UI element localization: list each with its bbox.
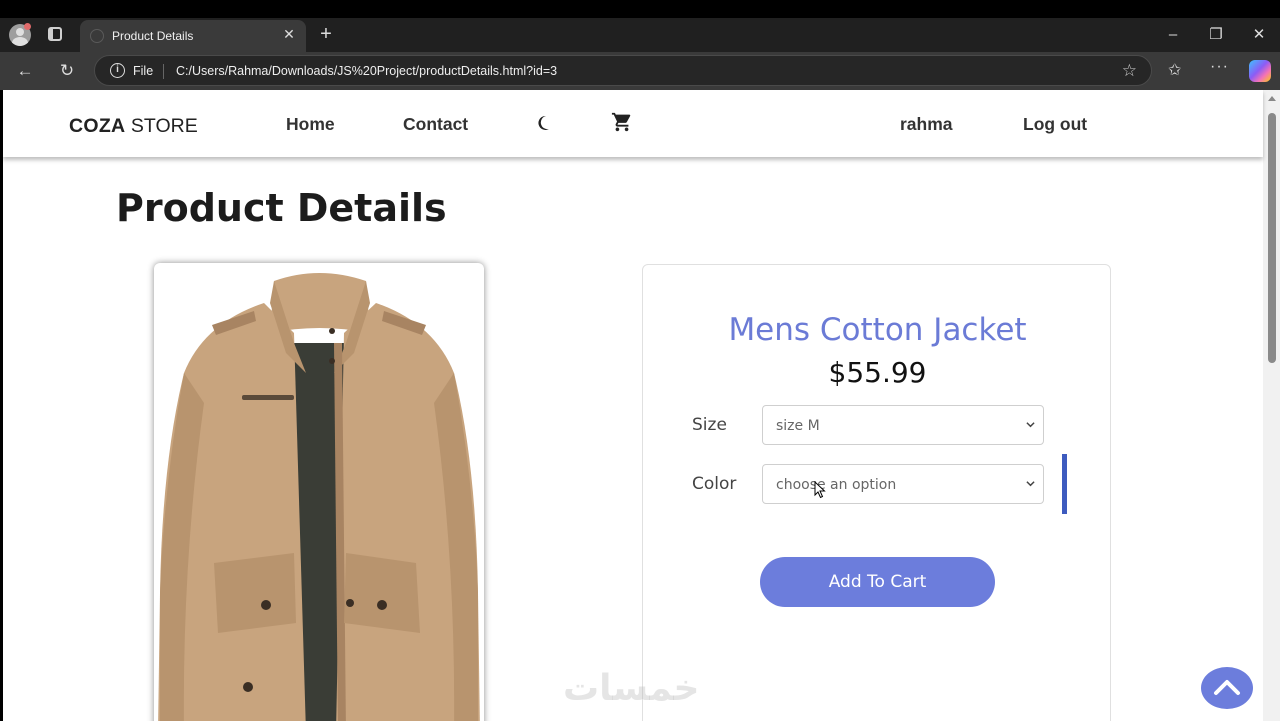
favorites-icon[interactable]: ✩ — [1168, 60, 1181, 80]
color-select[interactable]: choose an option — [762, 464, 1044, 504]
product-detail-card: Mens Cotton Jacket $55.99 Size size M Co… — [642, 264, 1111, 721]
page-scrollbar[interactable] — [1263, 90, 1280, 721]
more-options-icon[interactable]: ··· — [1210, 58, 1229, 76]
tab-actions-icon[interactable] — [48, 27, 62, 41]
chevron-down-icon — [1026, 481, 1035, 487]
logo-light-text: STORE — [130, 115, 198, 137]
moon-icon[interactable] — [536, 115, 550, 131]
chevron-up-icon — [1214, 680, 1240, 695]
browser-toolbar: ← ↻ i File C:/Users/Rahma/Downloads/JS%2… — [0, 52, 1280, 90]
product-name: Mens Cotton Jacket — [728, 312, 1027, 348]
scroll-up-arrow-icon[interactable] — [1268, 96, 1276, 101]
color-select-value: choose an option — [776, 477, 897, 493]
new-tab-icon[interactable]: + — [316, 24, 336, 44]
size-select[interactable]: size M — [762, 405, 1044, 445]
cart-icon[interactable] — [611, 111, 633, 133]
site-header: COZA STORE Home Contact rahma Log out — [3, 90, 1263, 157]
screen-top-bar — [0, 0, 1280, 18]
tab-favicon-icon — [90, 29, 104, 43]
product-image-card — [154, 263, 484, 721]
size-label: Size — [692, 415, 727, 435]
watermark-logo: خمسات — [563, 668, 700, 709]
minimize-icon[interactable]: – — [1163, 26, 1183, 44]
mouse-cursor-icon — [814, 481, 826, 499]
size-select-value: size M — [776, 418, 820, 434]
address-bar[interactable]: i File C:/Users/Rahma/Downloads/JS%20Pro… — [94, 55, 1152, 86]
nav-home-link[interactable]: Home — [286, 114, 335, 135]
logo-bold-text: COZA — [69, 115, 126, 137]
info-icon[interactable]: i — [110, 63, 125, 78]
nav-logout-link[interactable]: Log out — [1023, 114, 1087, 135]
add-to-cart-button[interactable]: Add To Cart — [760, 557, 995, 607]
site-logo[interactable]: COZA STORE — [69, 115, 198, 138]
url-text[interactable]: C:/Users/Rahma/Downloads/JS%20Project/pr… — [176, 64, 557, 78]
address-separator — [163, 64, 164, 79]
nav-username[interactable]: rahma — [900, 114, 953, 135]
browser-tab-active[interactable]: Product Details ✕ — [80, 20, 306, 52]
file-scheme-label: File — [133, 64, 154, 78]
favorite-star-icon[interactable]: ☆ — [1122, 61, 1137, 81]
nav-contact-link[interactable]: Contact — [403, 114, 468, 135]
page-title: Product Details — [116, 186, 447, 230]
restore-icon[interactable]: ❐ — [1206, 26, 1226, 44]
product-price: $55.99 — [828, 356, 927, 389]
window-close-icon[interactable]: ✕ — [1249, 26, 1269, 44]
scrollbar-thumb[interactable] — [1268, 113, 1276, 363]
color-label: Color — [692, 474, 737, 494]
accent-bar — [1062, 454, 1067, 514]
scroll-to-top-button[interactable] — [1201, 667, 1253, 709]
product-image — [158, 273, 480, 721]
copilot-icon[interactable] — [1249, 60, 1271, 82]
tab-close-icon[interactable]: ✕ — [280, 25, 298, 43]
tab-title: Product Details — [112, 29, 194, 43]
chevron-down-icon — [1026, 422, 1035, 428]
back-icon[interactable]: ← — [14, 60, 36, 82]
page-viewport: COZA STORE Home Contact rahma Log out Pr… — [3, 90, 1280, 721]
reload-icon[interactable]: ↻ — [56, 60, 78, 82]
profile-notification-dot — [24, 23, 31, 30]
browser-tab-strip: Product Details ✕ + – ❐ ✕ — [0, 18, 1280, 52]
